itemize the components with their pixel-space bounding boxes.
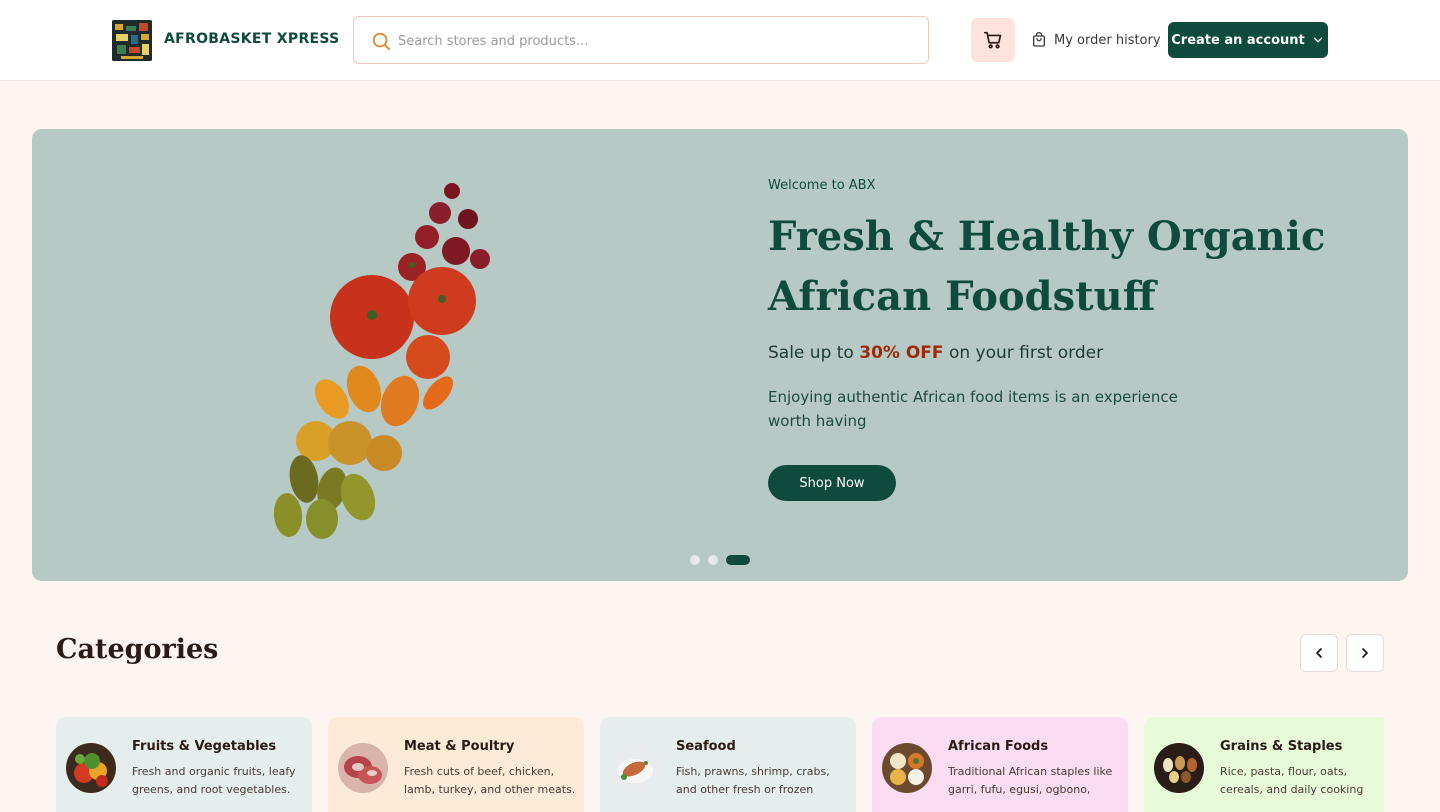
category-description: Traditional African staples like garri, … [948, 765, 1113, 796]
carousel-dot[interactable] [690, 555, 700, 565]
search-input[interactable] [398, 29, 898, 53]
brand-name[interactable]: AFROBASKET XPRESS [164, 31, 340, 47]
category-description: Fresh and organic fruits, leafy greens, … [132, 765, 296, 796]
cart-button[interactable] [971, 18, 1015, 62]
hero-eyebrow: Welcome to ABX [768, 178, 876, 193]
category-name: Grains & Staples [1220, 739, 1343, 754]
category-card[interactable]: Seafood Fish, prawns, shrimp, crabs, and… [600, 717, 856, 812]
search-bar[interactable] [353, 16, 929, 64]
carousel-dot[interactable] [708, 555, 718, 565]
category-description: Fresh cuts of beef, chicken, lamb, turke… [404, 765, 576, 796]
african-foods-icon [882, 743, 932, 793]
chevron-right-icon [1362, 648, 1368, 658]
carousel-dot-active[interactable] [726, 555, 750, 565]
grains-icon [1154, 743, 1204, 793]
meat-icon [338, 743, 388, 793]
create-account-label: Create an account [1171, 32, 1305, 48]
category-name: African Foods [948, 739, 1049, 754]
category-card[interactable]: Fruits & Vegetables Fresh and organic fr… [56, 717, 312, 812]
sale-highlight: 30% OFF [859, 343, 944, 363]
categories-title: Categories [56, 634, 219, 665]
chevron-left-icon [1316, 648, 1322, 658]
carousel-dots [690, 555, 750, 565]
sale-prefix: Sale up to [768, 343, 854, 363]
seafood-icon [610, 743, 660, 793]
category-card[interactable]: Grains & Staples Rice, pasta, flour, oat… [1144, 717, 1384, 812]
cart-icon [983, 31, 1002, 49]
category-description: Fish, prawns, shrimp, crabs, and other f… [676, 765, 830, 796]
tomatoes-image [273, 183, 490, 539]
category-name: Fruits & Vegetables [132, 739, 277, 754]
chevron-down-icon [1313, 37, 1322, 43]
order-history-link[interactable]: My order history [1031, 30, 1161, 50]
search-icon [372, 32, 391, 51]
hero-sale-text: Sale up to 30% OFF on your first order [768, 343, 1103, 363]
shop-now-button[interactable]: Shop Now [768, 465, 896, 501]
category-name: Meat & Poultry [404, 739, 515, 754]
category-card[interactable]: Meat & Poultry Fresh cuts of beef, chick… [328, 717, 584, 812]
categories-carousel: Fruits & Vegetables Fresh and organic fr… [56, 717, 1384, 812]
hero-title: Fresh & Healthy Organic African Foodstuf… [768, 213, 1326, 320]
shopping-bag-icon [1033, 32, 1045, 47]
hero-banner: Welcome to ABX Fresh & Healthy Organic A… [32, 129, 1408, 581]
categories-prev-button[interactable] [1300, 634, 1338, 672]
categories-next-button[interactable] [1346, 634, 1384, 672]
sale-suffix: on your first order [948, 343, 1104, 363]
category-card[interactable]: African Foods Traditional African staple… [872, 717, 1128, 812]
category-name: Seafood [676, 739, 736, 754]
create-account-button[interactable]: Create an account [1168, 22, 1328, 58]
site-header: AFROBASKET XPRESS My order history Creat… [0, 0, 1440, 81]
hero-description: Enjoying authentic African food items is… [768, 388, 1178, 430]
category-description: Rice, pasta, flour, oats, cereals, and d… [1220, 765, 1364, 796]
brand-logo[interactable] [112, 20, 152, 61]
order-history-label: My order history [1054, 32, 1161, 48]
vegetables-icon [66, 743, 116, 793]
